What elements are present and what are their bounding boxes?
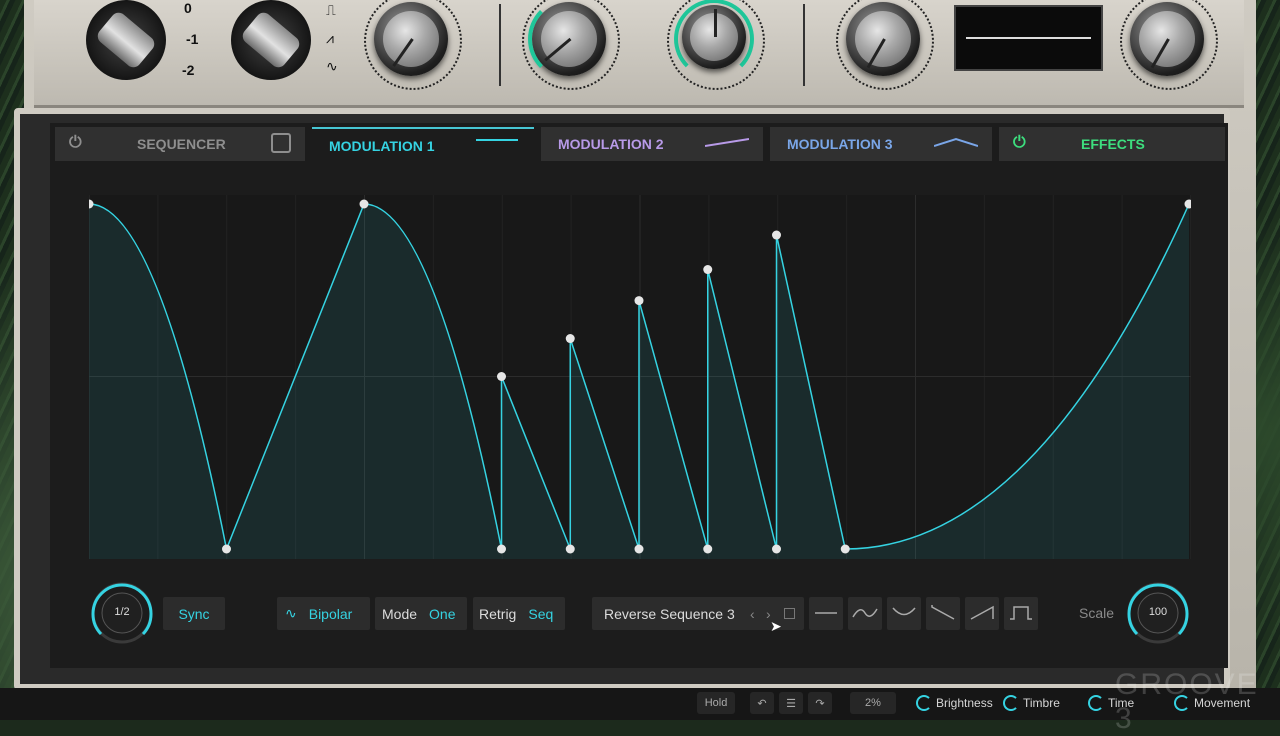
mode-selector[interactable]: Mode One	[375, 597, 467, 630]
top-control-panel: 0 -1 -2 ⎍ ⩘ ∿	[34, 0, 1244, 108]
scale-knob[interactable]: 100	[1125, 580, 1191, 646]
tab-modulation-3[interactable]: MODULATION 3	[770, 127, 992, 161]
shape-flat-button[interactable]	[809, 597, 843, 630]
shape-sine-button[interactable]	[848, 597, 882, 630]
knob-1[interactable]	[374, 2, 448, 76]
retrig-value: Seq	[528, 605, 554, 622]
shape-square-button[interactable]	[1004, 597, 1038, 630]
switch-label-minus2: -2	[182, 62, 195, 78]
knob-2-mod-ring	[528, 0, 610, 80]
undo-icon: ↶	[757, 697, 767, 710]
envelope-graph[interactable]	[89, 195, 1191, 559]
scale-value: 100	[1148, 606, 1168, 618]
cpu-value: 2%	[865, 697, 881, 709]
menu-icon: ☰	[786, 697, 796, 710]
watermark-logo: GROOVE 3	[1115, 668, 1259, 735]
envelope-point[interactable]	[703, 265, 713, 275]
tab-bar: ⏻ SEQUENCER MODULATION 1 MODULATION 2 MO…	[55, 127, 1225, 163]
scale-label: Scale	[1079, 605, 1115, 621]
macro-timbre[interactable]: Timbre	[1003, 695, 1060, 711]
copy-icon[interactable]	[784, 608, 795, 619]
tab-effects-label: EFFECTS	[1081, 136, 1145, 152]
tab-effects[interactable]: ⏻ EFFECTS	[999, 127, 1225, 161]
mode-value: One	[429, 605, 456, 622]
hold-button[interactable]: Hold	[697, 692, 735, 714]
envelope-point[interactable]	[497, 544, 506, 554]
shape-ramp-up-button[interactable]	[965, 597, 999, 630]
tab-sequencer-label: SEQUENCER	[137, 136, 226, 152]
redo-icon: ↷	[815, 697, 825, 710]
rate-value: 1/2	[114, 606, 130, 618]
sync-label: Sync	[178, 605, 210, 622]
mode-label: Mode	[382, 605, 418, 622]
polarity-label: Bipolar	[308, 605, 353, 622]
octave-switch[interactable]	[86, 0, 166, 80]
preset-name: Reverse Sequence 3	[604, 605, 735, 622]
envelope-point[interactable]	[772, 230, 781, 240]
waveform-switch[interactable]	[231, 0, 311, 80]
redo-button[interactable]: ↷	[808, 692, 832, 714]
envelope-point[interactable]	[634, 544, 644, 554]
sync-button[interactable]: Sync	[163, 597, 225, 630]
rate-knob[interactable]: 1/2	[89, 580, 155, 646]
tab-modulation-1-label: MODULATION 1	[329, 138, 435, 154]
tab-modulation-2[interactable]: MODULATION 2	[541, 127, 763, 161]
retrig-label: Retrig	[479, 605, 517, 622]
macro-brightness[interactable]: Brightness	[916, 695, 993, 711]
envelope-point[interactable]	[840, 544, 850, 554]
knob-3[interactable]	[682, 5, 746, 69]
envelope-point[interactable]	[1184, 199, 1192, 209]
shape-ramp-down-button[interactable]	[926, 597, 960, 630]
knob-5[interactable]	[1130, 2, 1204, 76]
envelope-point[interactable]	[565, 334, 575, 344]
tab-modulation-3-label: MODULATION 3	[787, 136, 893, 152]
mod1-shape-icon	[476, 139, 518, 141]
macro-timbre-label: Timbre	[1023, 696, 1060, 710]
cpu-percent: 2%	[850, 692, 896, 714]
lock-icon[interactable]	[271, 133, 291, 153]
envelope-point[interactable]	[222, 544, 231, 554]
envelope-point[interactable]	[772, 544, 781, 554]
effects-power-icon[interactable]: ⏻	[1013, 134, 1026, 152]
hold-label: Hold	[704, 697, 728, 709]
envelope-point[interactable]	[359, 199, 369, 209]
envelope-point[interactable]	[497, 372, 506, 381]
shape-triangle-button[interactable]	[887, 597, 921, 630]
undo-button[interactable]: ↶	[750, 692, 774, 714]
menu-button[interactable]: ☰	[779, 692, 803, 714]
envelope-point[interactable]	[565, 544, 575, 554]
panel-divider-2	[803, 4, 805, 86]
tab-modulation-2-label: MODULATION 2	[558, 136, 664, 152]
mouse-cursor-icon: ➤	[770, 618, 782, 634]
envelope-point[interactable]	[634, 296, 644, 306]
envelope-point[interactable]	[703, 544, 713, 554]
switch-label-minus1: -1	[186, 31, 199, 47]
tab-modulation-1[interactable]: MODULATION 1	[312, 127, 534, 163]
panel-divider	[499, 4, 501, 86]
sine-wave-icon: ∿	[326, 58, 338, 74]
saw-wave-icon: ⩘	[326, 30, 334, 46]
knob-4[interactable]	[846, 2, 920, 76]
switch-label-zero: 0	[184, 0, 192, 16]
waveform-display	[954, 5, 1103, 71]
tab-sequencer[interactable]: ⏻ SEQUENCER	[55, 127, 305, 161]
retrig-selector[interactable]: Retrig Seq	[473, 597, 565, 630]
polarity-button[interactable]: ∿ Bipolar	[277, 597, 370, 630]
prev-preset-icon[interactable]: ‹	[750, 606, 755, 622]
power-icon[interactable]: ⏻	[69, 134, 82, 152]
bipolar-icon: ∿	[285, 605, 297, 621]
envelope-editor[interactable]	[89, 195, 1191, 559]
square-wave-icon: ⎍	[326, 2, 336, 18]
macro-brightness-label: Brightness	[936, 696, 993, 710]
mod2-shape-icon	[705, 138, 749, 147]
mod3-shape-icon	[934, 137, 978, 147]
